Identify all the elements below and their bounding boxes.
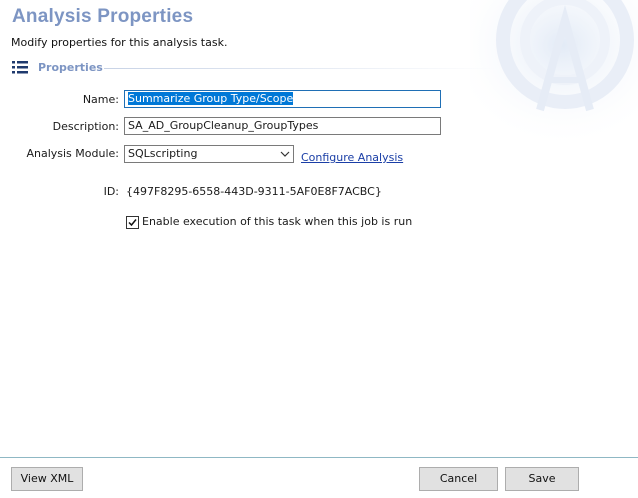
footer-divider <box>0 457 638 458</box>
description-value: SA_AD_GroupCleanup_GroupTypes <box>128 119 319 132</box>
enable-execution-checkbox[interactable] <box>126 216 139 229</box>
page-title: Analysis Properties <box>12 6 194 27</box>
section-label: Properties <box>38 61 103 74</box>
cancel-button[interactable]: Cancel <box>419 467 498 491</box>
section-divider <box>104 68 496 69</box>
chevron-down-icon <box>280 151 290 157</box>
list-icon <box>12 61 28 74</box>
analysis-properties-dialog: Analysis Properties Modify properties fo… <box>0 0 638 498</box>
save-button[interactable]: Save <box>505 467 579 491</box>
analysis-module-value: SQLscripting <box>128 147 198 160</box>
analysis-module-select[interactable]: SQLscripting <box>124 145 294 163</box>
check-icon <box>128 219 137 227</box>
properties-section-header: Properties <box>12 60 496 76</box>
page-subtitle: Modify properties for this analysis task… <box>11 36 228 49</box>
view-xml-button[interactable]: View XML <box>11 467 83 491</box>
name-label: Name: <box>82 93 119 106</box>
name-value: Summarize Group Type/Scope <box>128 92 294 105</box>
analysis-module-label: Analysis Module: <box>26 147 119 160</box>
enable-execution-label[interactable]: Enable execution of this task when this … <box>142 215 412 228</box>
id-label: ID: <box>103 185 119 198</box>
configure-analysis-link[interactable]: Configure Analysis <box>301 151 403 164</box>
name-field[interactable]: Summarize Group Type/Scope <box>124 90 441 108</box>
watermark-graphic <box>470 0 638 150</box>
description-field[interactable]: SA_AD_GroupCleanup_GroupTypes <box>124 117 441 135</box>
id-value: {497F8295-6558-443D-9311-5AF0E8F7ACBC} <box>126 185 382 198</box>
description-label: Description: <box>52 120 119 133</box>
